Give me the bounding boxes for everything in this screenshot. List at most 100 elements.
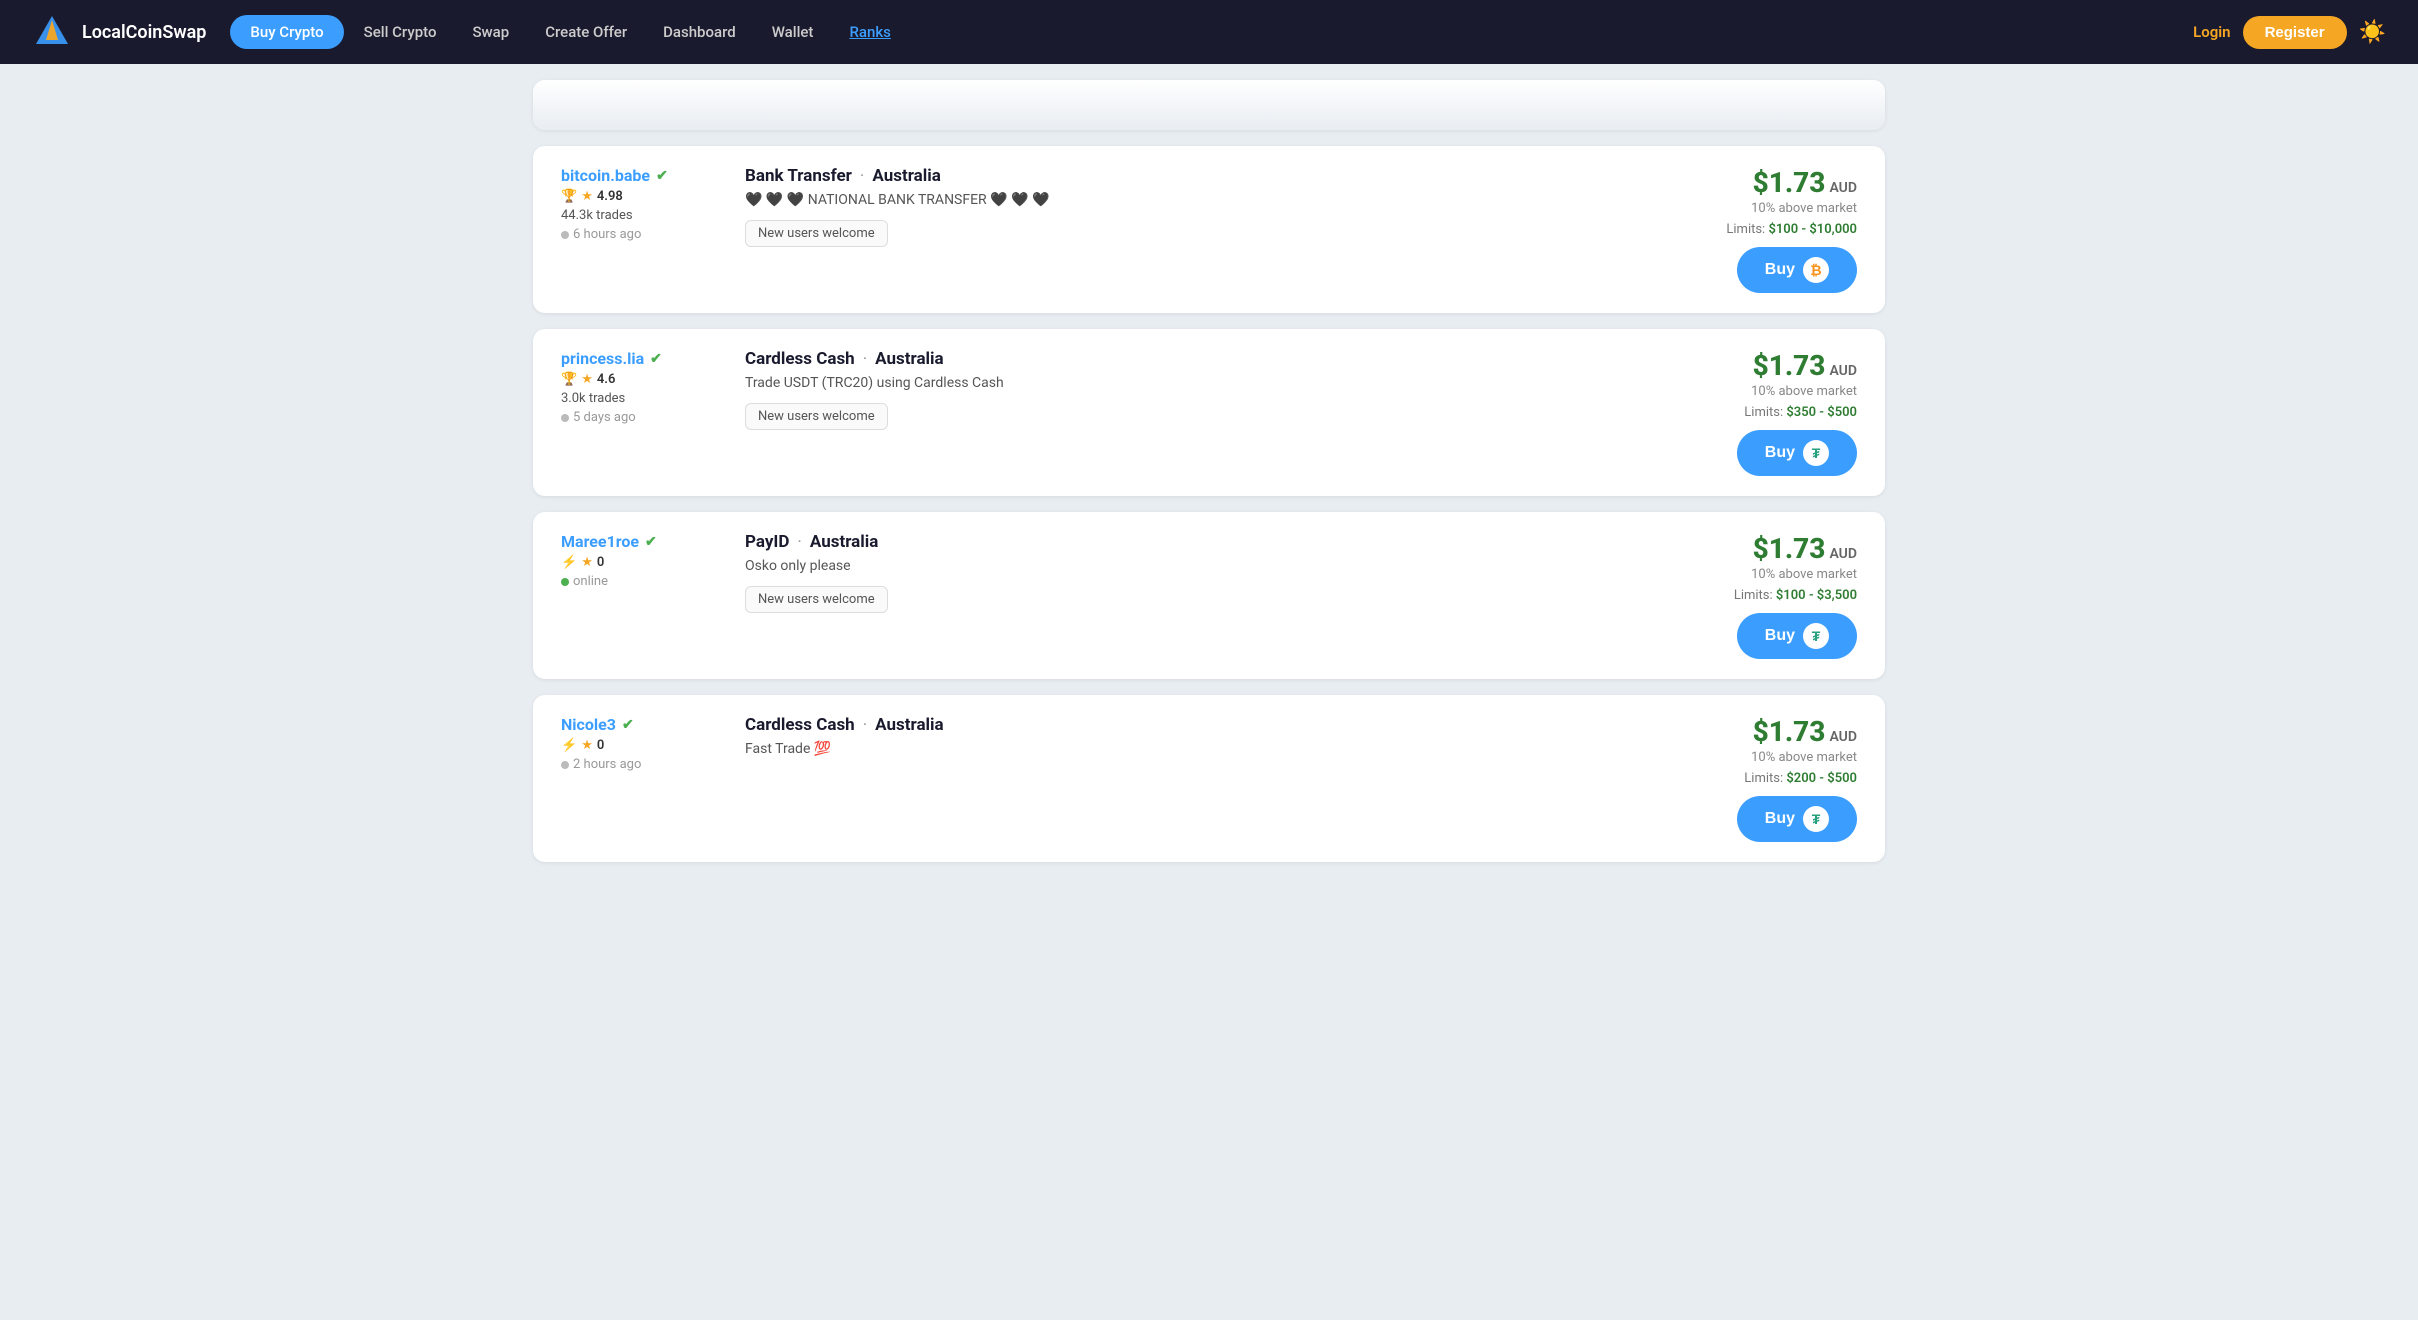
seller-time: 5 days ago — [561, 410, 721, 425]
offer-right: $1.73 AUD 10% above market Limits: $100 … — [1637, 166, 1857, 293]
bolt-icon: ⚡ — [561, 555, 577, 570]
partial-card — [533, 80, 1885, 130]
star-icon: ★ — [581, 372, 593, 387]
seller-info: bitcoin.babe ✔ 🏆 ★ 4.98 44.3k trades 6 h… — [561, 166, 721, 242]
navbar: LocalCoinSwap Buy Crypto Sell Crypto Swa… — [0, 0, 2418, 64]
offer-card: Nicole3 ✔ ⚡ ★ 0 2 hours ago Cardless Cas… — [533, 695, 1885, 862]
offer-card: bitcoin.babe ✔ 🏆 ★ 4.98 44.3k trades 6 h… — [533, 146, 1885, 313]
offer-currency: AUD — [1829, 363, 1857, 379]
offer-price-row: $1.73 AUD — [1637, 166, 1857, 199]
offer-limits-value: $100 - $3,500 — [1776, 588, 1857, 603]
nav-sell-crypto[interactable]: Sell Crypto — [348, 15, 453, 49]
seller-info: Maree1roe ✔ ⚡ ★ 0 online — [561, 532, 721, 589]
offline-dot — [561, 414, 569, 422]
offer-price: $1.73 — [1753, 349, 1826, 382]
offer-price-row: $1.73 AUD — [1637, 349, 1857, 382]
seller-badge-row: 🏆 ★ 4.98 — [561, 189, 721, 204]
offer-above-market: 10% above market — [1637, 201, 1857, 216]
separator: · — [797, 532, 801, 552]
payment-method: Cardless Cash — [745, 715, 855, 735]
seller-name-link[interactable]: bitcoin.babe ✔ — [561, 166, 721, 185]
btc-icon: ₿ — [1803, 257, 1829, 283]
seller-name-link[interactable]: princess.lia ✔ — [561, 349, 721, 368]
nav-right: Login Register ☀️ — [2193, 16, 2386, 49]
offer-currency: AUD — [1829, 546, 1857, 562]
seller-badge-row: ⚡ ★ 0 — [561, 555, 721, 570]
payment-method: Bank Transfer — [745, 166, 852, 186]
payment-method: Cardless Cash — [745, 349, 855, 369]
seller-badge-row: ⚡ ★ 0 — [561, 738, 721, 753]
offer-price: $1.73 — [1753, 166, 1826, 199]
theme-toggle[interactable]: ☀️ — [2359, 20, 2386, 45]
verified-icon: ✔ — [656, 168, 668, 184]
usdt-icon: ₮ — [1803, 440, 1829, 466]
offer-limits: Limits: $100 - $3,500 — [1637, 588, 1857, 603]
payment-method: PayID — [745, 532, 789, 552]
seller-info: princess.lia ✔ 🏆 ★ 4.6 3.0k trades 5 day… — [561, 349, 721, 425]
nav-wallet[interactable]: Wallet — [756, 15, 830, 49]
buy-label: Buy — [1765, 627, 1795, 645]
login-button[interactable]: Login — [2193, 23, 2230, 41]
offer-card: Maree1roe ✔ ⚡ ★ 0 online PayID · Austral… — [533, 512, 1885, 679]
buy-label: Buy — [1765, 261, 1795, 279]
buy-button[interactable]: Buy ₮ — [1737, 613, 1857, 659]
offer-limits-value: $200 - $500 — [1786, 771, 1857, 786]
buy-button[interactable]: Buy ₿ — [1737, 247, 1857, 293]
nav-swap[interactable]: Swap — [456, 15, 525, 49]
usdt-icon: ₮ — [1803, 806, 1829, 832]
register-button[interactable]: Register — [2243, 16, 2347, 49]
separator: · — [860, 166, 864, 186]
nav-create-offer[interactable]: Create Offer — [529, 15, 643, 49]
star-icon: ★ — [581, 555, 593, 570]
offer-limits-value: $350 - $500 — [1786, 405, 1857, 420]
offer-description: 🖤 🖤 🖤 NATIONAL BANK TRANSFER 🖤 🖤 🖤 — [745, 192, 1613, 208]
nav-links: Buy Crypto Sell Crypto Swap Create Offer… — [230, 15, 2185, 49]
seller-name-link[interactable]: Maree1roe ✔ — [561, 532, 721, 551]
offer-limits: Limits: $200 - $500 — [1637, 771, 1857, 786]
seller-rating: 4.6 — [597, 372, 616, 387]
seller-rating: 4.98 — [597, 189, 623, 204]
nav-ranks[interactable]: Ranks — [833, 15, 906, 49]
main-content: bitcoin.babe ✔ 🏆 ★ 4.98 44.3k trades 6 h… — [509, 64, 1909, 894]
offer-above-market: 10% above market — [1637, 384, 1857, 399]
offer-limits: Limits: $350 - $500 — [1637, 405, 1857, 420]
online-dot — [561, 578, 569, 586]
offer-tag: New users welcome — [745, 403, 888, 430]
offer-limits: Limits: $100 - $10,000 — [1637, 222, 1857, 237]
seller-trades: 3.0k trades — [561, 391, 721, 406]
seller-time: online — [561, 574, 721, 589]
bolt-icon: ⚡ — [561, 738, 577, 753]
offer-method-row: Cardless Cash · Australia — [745, 715, 1613, 735]
verified-icon: ✔ — [622, 717, 634, 733]
seller-info: Nicole3 ✔ ⚡ ★ 0 2 hours ago — [561, 715, 721, 772]
offer-right: $1.73 AUD 10% above market Limits: $100 … — [1637, 532, 1857, 659]
seller-time: 2 hours ago — [561, 757, 721, 772]
buy-button[interactable]: Buy ₮ — [1737, 430, 1857, 476]
offer-card: princess.lia ✔ 🏆 ★ 4.6 3.0k trades 5 day… — [533, 329, 1885, 496]
seller-time: 6 hours ago — [561, 227, 721, 242]
offer-description: Osko only please — [745, 558, 1613, 574]
offer-description: Fast Trade 💯 — [745, 741, 1613, 757]
seller-trades: 44.3k trades — [561, 208, 721, 223]
offer-details: Bank Transfer · Australia 🖤 🖤 🖤 NATIONAL… — [745, 166, 1613, 247]
seller-name-link[interactable]: Nicole3 ✔ — [561, 715, 721, 734]
nav-buy-crypto[interactable]: Buy Crypto — [230, 15, 343, 49]
buy-label: Buy — [1765, 444, 1795, 462]
offer-right: $1.73 AUD 10% above market Limits: $350 … — [1637, 349, 1857, 476]
offer-method-row: PayID · Australia — [745, 532, 1613, 552]
offer-details: Cardless Cash · Australia Trade USDT (TR… — [745, 349, 1613, 430]
usdt-icon: ₮ — [1803, 623, 1829, 649]
nav-dashboard[interactable]: Dashboard — [647, 15, 752, 49]
offer-price-row: $1.73 AUD — [1637, 532, 1857, 565]
offer-above-market: 10% above market — [1637, 567, 1857, 582]
trophy-icon: 🏆 — [561, 372, 577, 387]
offer-price: $1.73 — [1753, 532, 1826, 565]
offer-tag: New users welcome — [745, 220, 888, 247]
logo[interactable]: LocalCoinSwap — [32, 12, 206, 52]
separator: · — [863, 715, 867, 735]
buy-button[interactable]: Buy ₮ — [1737, 796, 1857, 842]
trophy-icon: 🏆 — [561, 189, 577, 204]
offer-description: Trade USDT (TRC20) using Cardless Cash — [745, 375, 1613, 391]
star-icon: ★ — [581, 189, 593, 204]
offer-method-row: Bank Transfer · Australia — [745, 166, 1613, 186]
